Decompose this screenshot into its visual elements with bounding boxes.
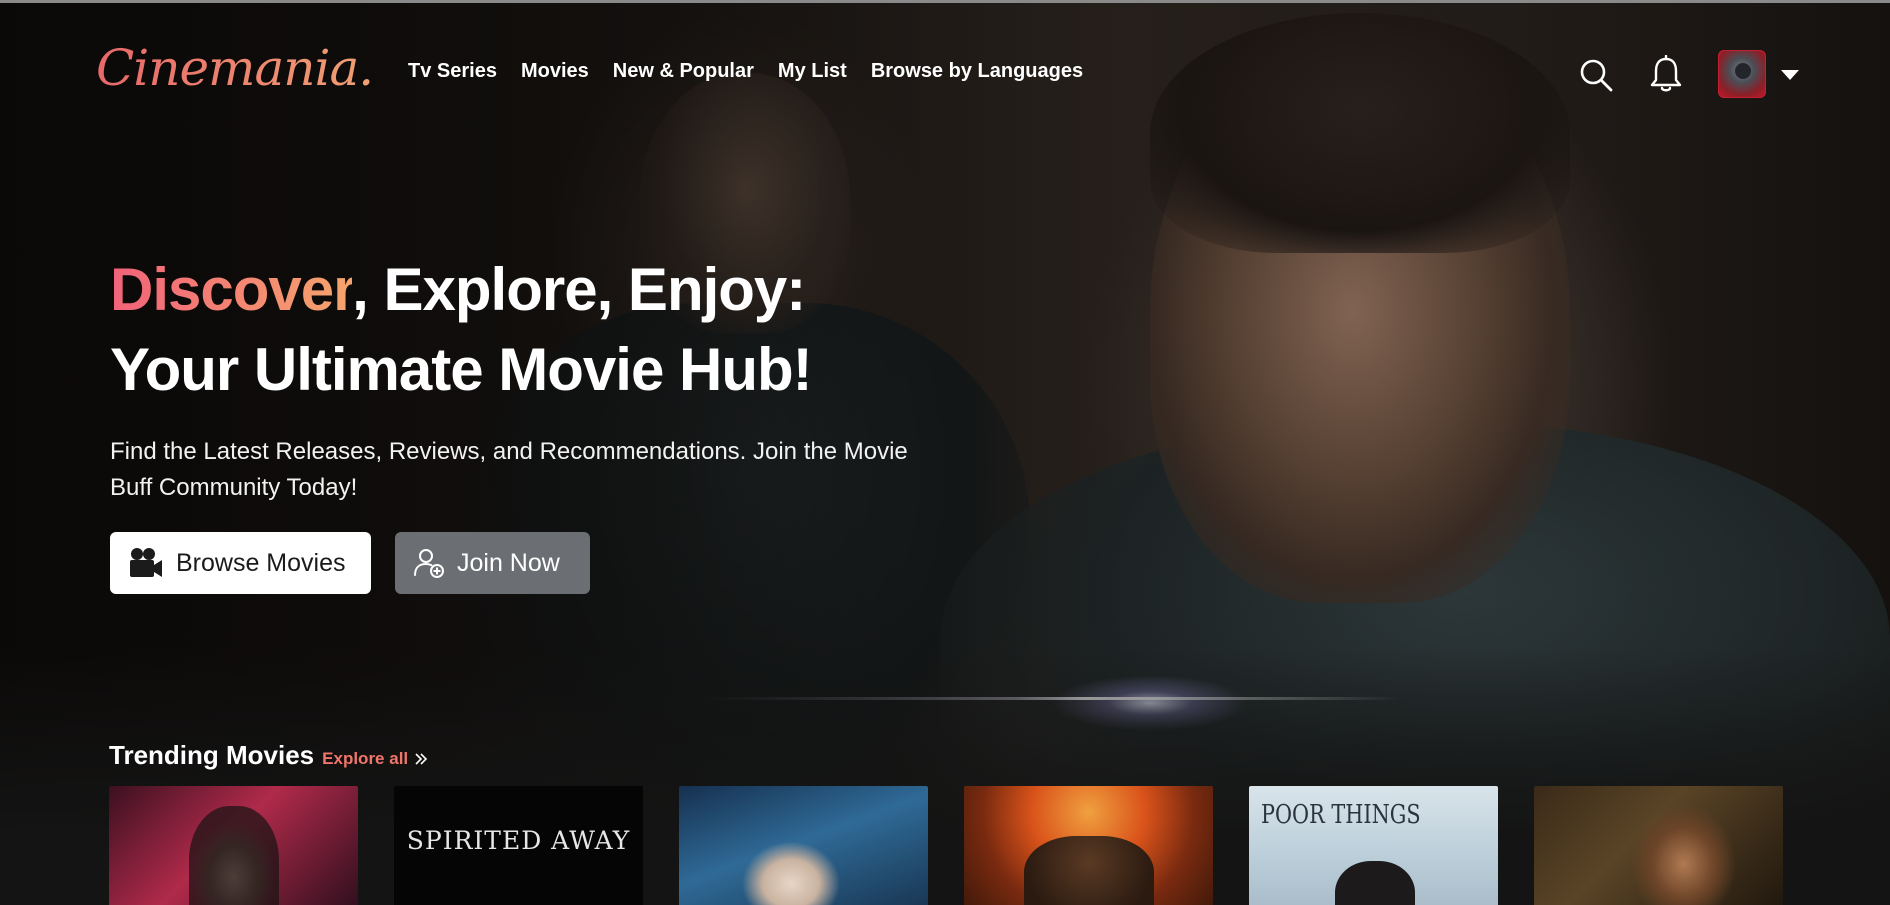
movie-poster[interactable]: POOR THINGS [1249,786,1498,905]
hero-subtitle: Find the Latest Releases, Reviews, and R… [110,438,908,501]
notifications-button[interactable] [1648,54,1684,95]
browse-movies-button[interactable]: Browse Movies [110,532,371,594]
nav-item-movies[interactable]: Movies [521,60,589,83]
video-camera-icon [130,548,162,577]
join-now-label: Join Now [457,548,560,577]
hero-headline: Discover, Explore, Enjoy: Your Ultimate … [110,250,990,410]
trending-title: Trending Movies [109,740,315,770]
profile-avatar[interactable] [1718,50,1766,98]
movie-poster[interactable]: SPIRITED AWAY [394,786,643,905]
nav-item-new-popular[interactable]: New & Popular [613,60,754,83]
profile-menu-toggle[interactable] [1778,63,1802,87]
hero-content: Discover, Explore, Enjoy: Your Ultimate … [110,250,990,594]
hero-actions: Browse Movies Join Now [110,532,990,594]
movie-poster[interactable] [964,786,1213,905]
hero-headline-line2: Your Ultimate Movie Hub! [110,336,813,403]
explore-all-link[interactable]: Explore all [322,749,428,769]
trending-movies-row: SPIRITED AWAY POOR THINGS [109,786,1783,905]
search-icon [1580,59,1613,92]
hero-headline-rest: , Explore, Enjoy: [352,256,806,323]
top-navigation: Cinemania. Tv Series Movies New & Popula… [0,3,1890,143]
join-now-button[interactable]: Join Now [395,532,590,594]
user-add-icon [414,549,444,578]
poster-title-text: POOR THINGS [1261,800,1421,830]
caret-down-icon [1781,70,1799,80]
movie-poster[interactable] [109,786,358,905]
main-menu: Tv Series Movies New & Popular My List B… [408,60,1083,83]
explore-all-label: Explore all [322,749,409,768]
double-chevron-right-icon [415,753,428,765]
hero-headline-accent: Discover [110,256,353,323]
poster-title-text: SPIRITED AWAY [406,826,631,855]
trending-header: Trending Movies Explore all [109,740,428,771]
brand-logo[interactable]: Cinemania. [96,39,374,97]
nav-item-my-list[interactable]: My List [778,60,847,83]
movie-poster[interactable] [679,786,928,905]
search-button[interactable] [1578,57,1614,93]
browse-movies-label: Browse Movies [176,548,346,577]
bell-icon [1650,54,1682,92]
nav-item-tv-series[interactable]: Tv Series [408,60,497,83]
nav-item-browse-by-languages[interactable]: Browse by Languages [871,60,1083,83]
movie-poster[interactable] [1534,786,1783,905]
